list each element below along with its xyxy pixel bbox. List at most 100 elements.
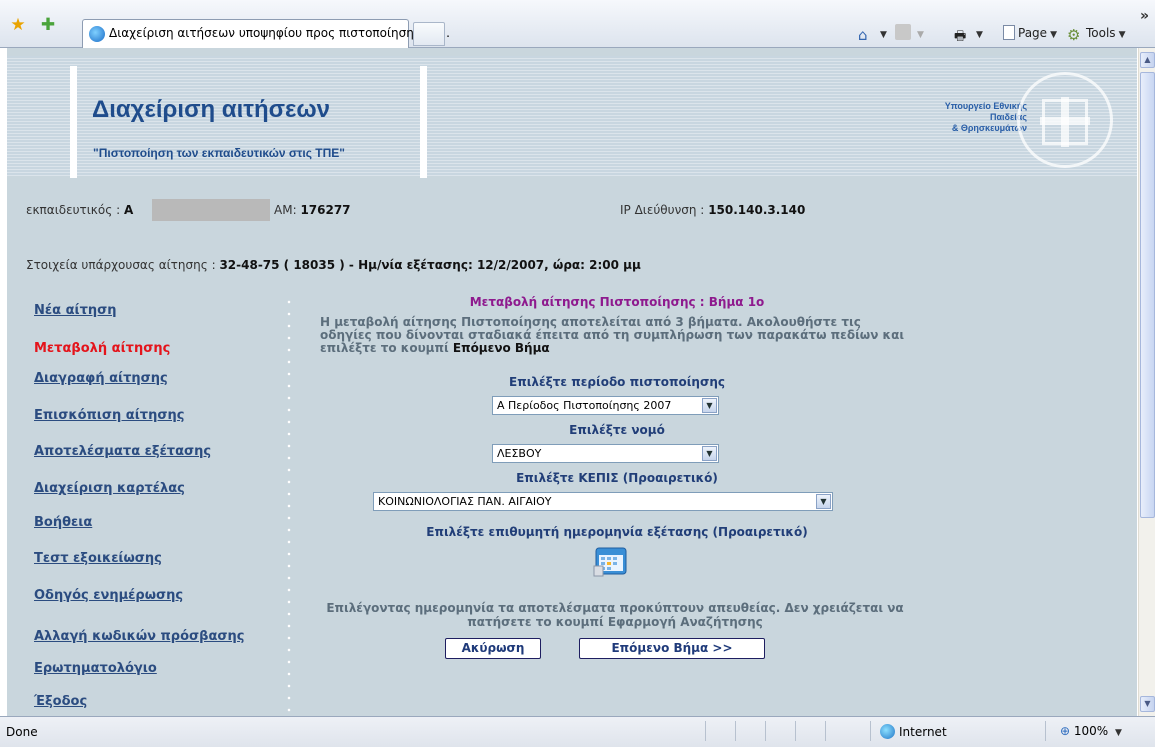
favorites-star-icon[interactable]: ★ bbox=[8, 15, 28, 35]
sidebar-item-new-application[interactable]: Νέα αίτηση bbox=[34, 303, 117, 318]
header-banner: Διαχείριση αιτήσεων "Πιστοποίηση των εκπ… bbox=[7, 56, 1137, 178]
globe-icon bbox=[880, 724, 895, 739]
kepis-label: Επιλέξτε ΚΕΠΙΣ (Προαιρετικό) bbox=[516, 471, 718, 485]
home-button[interactable]: ⌂ ▼ bbox=[858, 24, 887, 44]
browser-tab[interactable]: Διαχείριση αιτήσεων υποψηφίου προς πιστο… bbox=[82, 19, 450, 48]
ip-label: IP Διεύθυνση : bbox=[620, 203, 705, 217]
zoom-icon: ⊕ bbox=[1060, 724, 1071, 738]
kepis-select-value: ΚΟΙΝΩΝΙΟΛΟΓΙΑΣ ΠΑΝ. ΑΙΓΑΙΟΥ bbox=[378, 495, 552, 508]
intro-next-step: Επόμενο Βήμα bbox=[452, 341, 550, 355]
chevron-down-icon: ▼ bbox=[976, 30, 983, 40]
feeds-button[interactable]: ▼ bbox=[895, 24, 924, 42]
tools-menu-label: Tools bbox=[1086, 26, 1116, 40]
application-info: Στοιχεία υπάρχουσας αίτησης : 32-48-75 (… bbox=[26, 258, 641, 272]
status-text: Done bbox=[6, 725, 38, 739]
chevron-down-icon: ▼ bbox=[816, 494, 831, 509]
vertical-scrollbar[interactable]: ▲ ▼ bbox=[1138, 48, 1155, 716]
sidebar-item-manage-profile[interactable]: Διαχείριση καρτέλας bbox=[34, 481, 185, 496]
tools-menu[interactable]: ⚙ Tools ▼ bbox=[1067, 24, 1126, 44]
prefecture-label: Επιλέξτε νομό bbox=[569, 423, 665, 437]
status-bar: Done Internet ⊕ 100% ▼ bbox=[0, 716, 1155, 747]
sidebar-item-view-application[interactable]: Επισκόπιση αίτησης bbox=[34, 408, 184, 423]
application-label: Στοιχεία υπάρχουσας αίτησης : bbox=[26, 258, 216, 272]
site-subtitle: "Πιστοποίηση των εκπαιδευτικών στις ΤΠΕ" bbox=[93, 146, 345, 160]
zoom-level: 100% bbox=[1073, 724, 1109, 738]
application-value: 32-48-75 ( 18035 ) - Ημ/νία εξέτασης: 12… bbox=[219, 258, 641, 272]
sidebar-item-help[interactable]: Βοήθεια bbox=[34, 515, 92, 530]
page-icon bbox=[1003, 25, 1015, 40]
sidebar-item-exit[interactable]: Έξοδος bbox=[34, 694, 87, 709]
sidebar-item-change-password[interactable]: Αλλαγή κωδικών πρόσβασης bbox=[34, 629, 245, 644]
chevron-down-icon: ▼ bbox=[1050, 30, 1057, 40]
page-menu[interactable]: Page ▼ bbox=[1003, 24, 1057, 42]
scroll-thumb[interactable] bbox=[1140, 72, 1155, 518]
chevron-down-icon: ▼ bbox=[1118, 30, 1126, 40]
home-icon: ⌂ bbox=[858, 26, 868, 44]
feed-icon bbox=[895, 24, 911, 40]
step-title: Μεταβολή αίτησης Πιστοποίησης : Βήμα 1ο bbox=[469, 295, 765, 309]
status-divider bbox=[870, 721, 871, 741]
ie-page-icon bbox=[89, 26, 105, 42]
gear-icon: ⚙ bbox=[1067, 26, 1081, 44]
tab-title: Διαχείριση αιτήσεων υποψηφίου προς πιστο… bbox=[109, 26, 450, 40]
status-divider bbox=[705, 721, 706, 741]
sidebar-item-delete-application[interactable]: Διαγραφή αίτησης bbox=[34, 371, 168, 386]
intro-body: Η μεταβολή αίτησης Πιστοποίησης αποτελεί… bbox=[320, 315, 904, 355]
intro-text: Η μεταβολή αίτησης Πιστοποίησης αποτελεί… bbox=[320, 316, 910, 355]
ministry-line: & Θρησκευμάτων bbox=[951, 123, 1027, 133]
print-button[interactable]: 🖶 ▼ bbox=[954, 24, 983, 44]
next-step-button[interactable]: Επόμενο Βήμα >> bbox=[579, 638, 765, 659]
am-info: ΑΜ: 176277 bbox=[274, 203, 351, 217]
redacted-name bbox=[152, 199, 270, 221]
teacher-initial: Α bbox=[123, 203, 134, 217]
toolbar-overflow-icon[interactable]: » bbox=[1140, 8, 1149, 24]
cancel-button[interactable]: Ακύρωση bbox=[445, 638, 541, 659]
ip-value: 150.140.3.140 bbox=[708, 203, 806, 217]
sidebar-item-modify-application[interactable]: Μεταβολή αίτησης bbox=[34, 341, 170, 356]
zone-label: Internet bbox=[899, 725, 947, 739]
banner-pillar bbox=[70, 66, 77, 178]
calendar-picker[interactable] bbox=[592, 546, 630, 578]
ministry-emblem-icon bbox=[1017, 72, 1113, 168]
site-title: Διαχείριση αιτήσεων bbox=[92, 96, 331, 123]
sidebar-item-exam-results[interactable]: Αποτελέσματα εξέτασης bbox=[34, 444, 211, 459]
period-label: Επιλέξτε περίοδο πιστοποίησης bbox=[509, 375, 725, 389]
scroll-up-icon[interactable]: ▲ bbox=[1140, 52, 1155, 68]
status-divider bbox=[795, 721, 796, 741]
chevron-down-icon: ▼ bbox=[880, 30, 887, 40]
add-favorites-icon[interactable]: ✚ bbox=[38, 15, 58, 35]
prefecture-select[interactable]: ΛΕΣΒΟΥ ▼ bbox=[492, 444, 719, 463]
period-select-value: Α Περίοδος Πιστοποίησης 2007 bbox=[497, 399, 672, 412]
chevron-down-icon: ▼ bbox=[702, 446, 717, 461]
sidebar-item-questionnaire[interactable]: Ερωτηματολόγιο bbox=[34, 661, 157, 676]
sidebar-item-familiarization-test[interactable]: Τεστ εξοικείωσης bbox=[34, 551, 162, 566]
chevron-down-icon: ▼ bbox=[917, 30, 924, 40]
status-divider bbox=[735, 721, 736, 741]
sidebar-item-update-guide[interactable]: Οδηγός ενημέρωσης bbox=[34, 588, 183, 603]
status-divider bbox=[1045, 721, 1046, 741]
am-value: 176277 bbox=[300, 203, 351, 217]
status-divider bbox=[825, 721, 826, 741]
status-divider bbox=[765, 721, 766, 741]
am-label: ΑΜ: bbox=[274, 203, 297, 217]
ministry-line: Παιδείας bbox=[990, 112, 1027, 122]
security-zone[interactable]: Internet bbox=[880, 724, 947, 739]
scroll-down-icon[interactable]: ▼ bbox=[1140, 696, 1155, 712]
teacher-info: εκπαιδευτικός : Α bbox=[26, 203, 133, 217]
zoom-control[interactable]: ⊕ 100% ▼ bbox=[1060, 724, 1122, 738]
page-menu-label: Page bbox=[1018, 26, 1048, 40]
sidebar-divider bbox=[287, 296, 291, 716]
page-viewport: Διαχείριση αιτήσεων "Πιστοποίηση των εκπ… bbox=[0, 48, 1138, 716]
chevron-down-icon: ▼ bbox=[702, 398, 717, 413]
chevron-down-icon: ▼ bbox=[1115, 728, 1122, 738]
printer-icon: 🖶 bbox=[954, 29, 967, 44]
date-label: Επιλέξτε επιθυμητή ημερομηνία εξέτασης (… bbox=[426, 525, 808, 539]
kepis-select[interactable]: ΚΟΙΝΩΝΙΟΛΟΓΙΑΣ ΠΑΝ. ΑΙΓΑΙΟΥ ▼ bbox=[373, 492, 833, 511]
date-note: Επιλέγοντας ημερομηνία τα αποτελέσματα π… bbox=[326, 601, 904, 629]
prefecture-select-value: ΛΕΣΒΟΥ bbox=[497, 447, 542, 460]
page-content: Διαχείριση αιτήσεων "Πιστοποίηση των εκπ… bbox=[7, 48, 1137, 716]
period-select[interactable]: Α Περίοδος Πιστοποίησης 2007 ▼ bbox=[492, 396, 719, 415]
banner-pillar bbox=[420, 66, 427, 178]
calendar-icon bbox=[593, 547, 627, 577]
new-tab-button[interactable] bbox=[413, 22, 445, 46]
